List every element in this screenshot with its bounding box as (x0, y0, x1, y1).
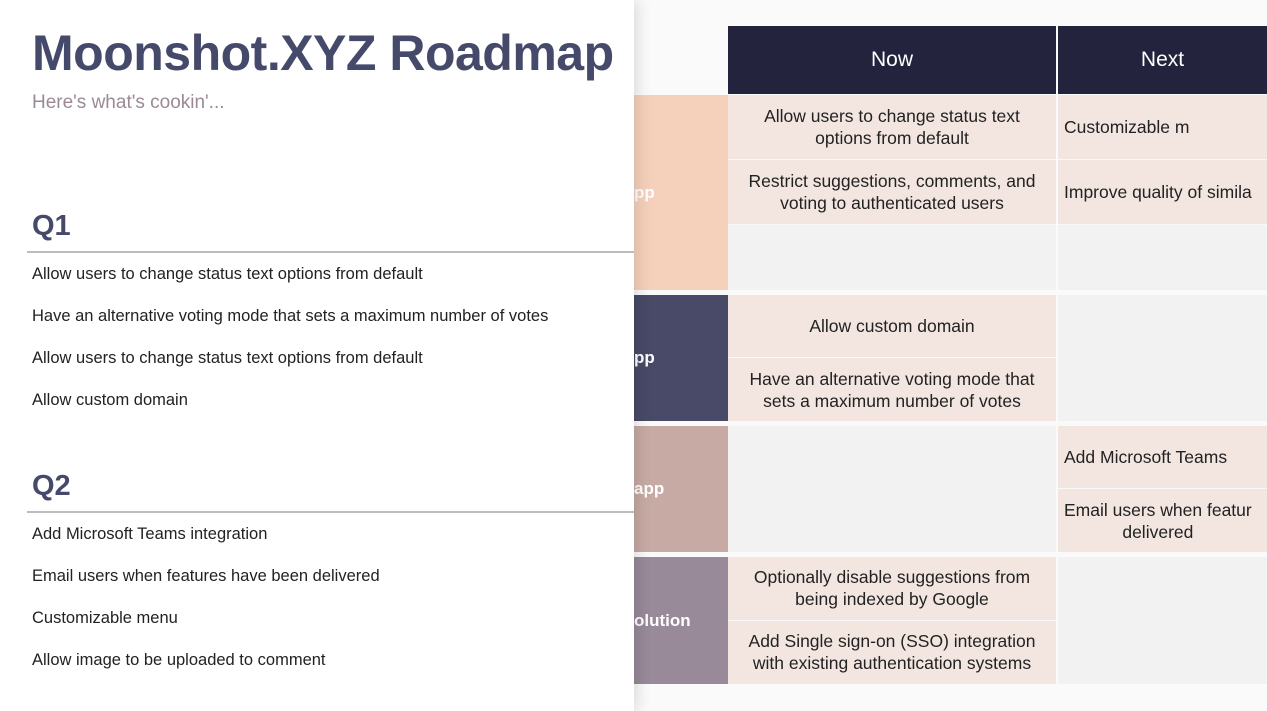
row-label: pp (634, 95, 728, 290)
page-subtitle: Here's what's cookin'... (32, 92, 225, 113)
roadmap-card[interactable]: Customizable m (1058, 95, 1267, 160)
column-header-now: Now (728, 26, 1056, 94)
empty-slot (1058, 225, 1267, 290)
quarter-heading-q2: Q2 (32, 470, 71, 502)
page-title: Moonshot.XYZ Roadmap (32, 25, 614, 81)
list-item[interactable]: Have an alternative voting mode that set… (32, 307, 548, 326)
roadmap-card[interactable]: Allow users to change status text option… (728, 95, 1056, 160)
column-header-next: Next (1058, 26, 1267, 94)
list-item[interactable]: Email users when features have been deli… (32, 567, 380, 586)
roadmap-card[interactable]: Add Microsoft Teams (1058, 426, 1267, 489)
row-label: olution (634, 557, 728, 684)
roadmap-card[interactable]: Allow custom domain (728, 295, 1056, 358)
roadmap-list-panel: Moonshot.XYZ Roadmap Here's what's cooki… (0, 0, 634, 711)
roadmap-card[interactable]: Add Single sign-on (SSO) integration wit… (728, 620, 1056, 684)
list-item[interactable]: Allow users to change status text option… (32, 265, 423, 284)
divider (27, 251, 634, 253)
roadmap-card[interactable]: Have an alternative voting mode that set… (728, 358, 1056, 421)
empty-slot (728, 426, 1056, 489)
row-label: pp (634, 295, 728, 421)
quarter-heading-q1: Q1 (32, 210, 71, 242)
roadmap-card[interactable]: Email users when featur delivered (1058, 489, 1267, 552)
divider (27, 511, 634, 513)
list-item[interactable]: Allow image to be uploaded to comment (32, 651, 326, 670)
roadmap-card[interactable]: Restrict suggestions, comments, and voti… (728, 160, 1056, 225)
roadmap-card[interactable]: Improve quality of simila (1058, 160, 1267, 225)
list-item[interactable]: Allow custom domain (32, 391, 188, 410)
empty-slot (1058, 620, 1267, 684)
empty-slot (728, 489, 1056, 552)
list-item[interactable]: Customizable menu (32, 609, 178, 628)
list-item[interactable]: Add Microsoft Teams integration (32, 525, 267, 544)
row-label: app (634, 426, 728, 552)
empty-slot (1058, 557, 1267, 621)
roadmap-card[interactable]: Optionally disable suggestions from bein… (728, 557, 1056, 621)
empty-slot (1058, 358, 1267, 421)
empty-slot (728, 225, 1056, 290)
empty-slot (1058, 295, 1267, 358)
list-item[interactable]: Allow users to change status text option… (32, 349, 423, 368)
